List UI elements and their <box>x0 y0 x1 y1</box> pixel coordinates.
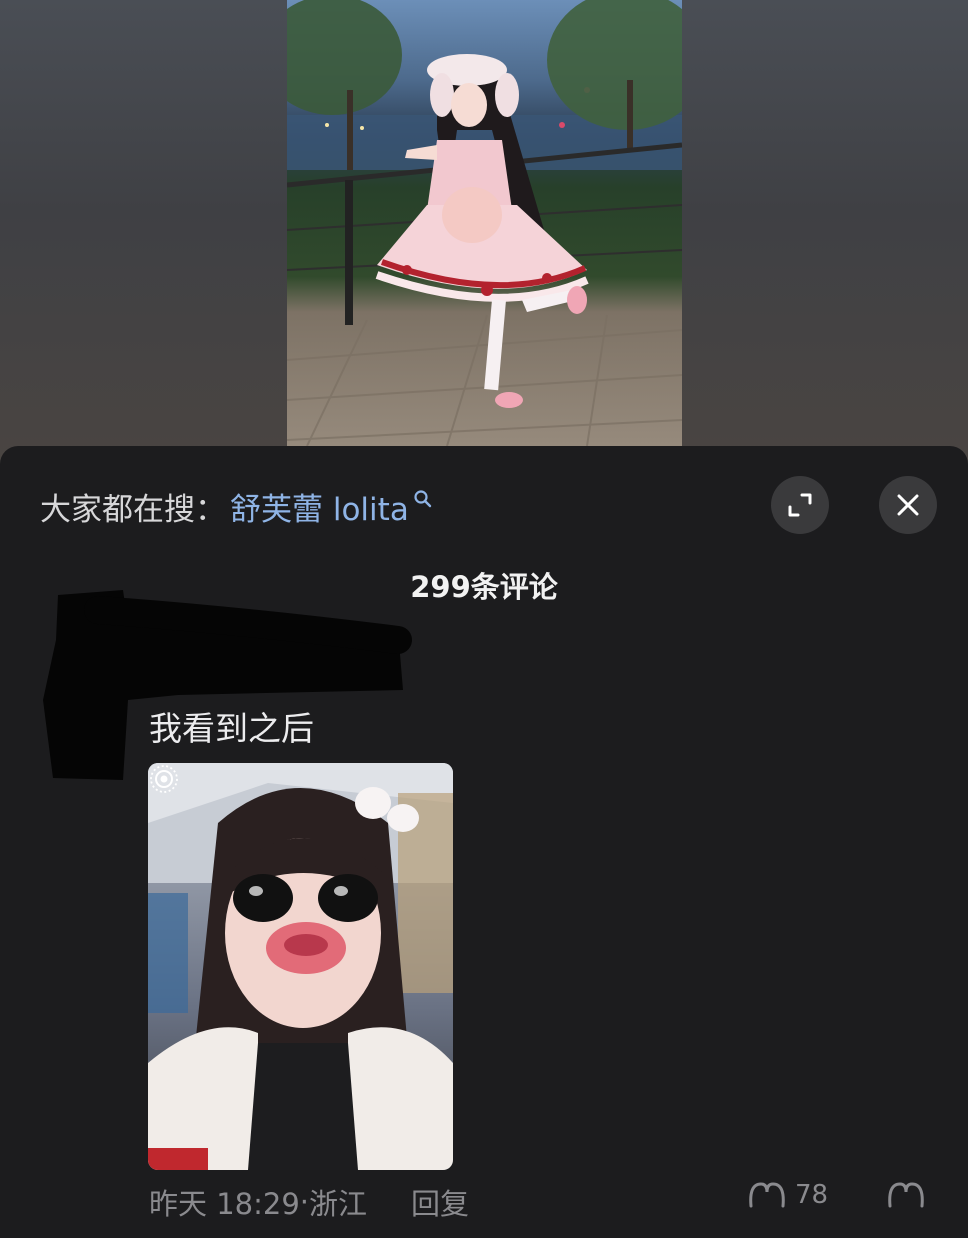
expand-icon <box>788 493 812 517</box>
post-photo[interactable] <box>287 0 682 446</box>
like-count: 78 <box>795 1180 829 1210</box>
post-photo-illustration <box>287 0 682 446</box>
like-heart-icon[interactable] <box>747 1180 787 1210</box>
redaction-mark <box>43 590 412 780</box>
comment-time: 昨天 18:29 <box>149 1187 300 1221</box>
comment-meta: 昨天 18:29 · 浙江 回复 <box>149 1180 469 1224</box>
search-icon <box>414 490 432 508</box>
close-icon <box>897 494 919 516</box>
comment-location: 浙江 <box>309 1187 368 1221</box>
dislike-icon[interactable] <box>886 1180 926 1210</box>
close-button[interactable] <box>879 476 937 534</box>
trending-search[interactable]: 大家都在搜： 舒芙蕾 lolita <box>40 482 433 530</box>
trending-search-term[interactable]: 舒芙蕾 lolita <box>230 484 409 529</box>
trending-search-prefix: 大家都在搜： <box>40 491 226 528</box>
expand-button[interactable] <box>771 476 829 534</box>
comment-image-illustration <box>148 763 453 1170</box>
reply-button[interactable]: 回复 <box>411 1181 469 1223</box>
comment-image[interactable] <box>148 763 453 1170</box>
comment-text: 我看到之后 <box>149 709 314 748</box>
live-photo-icon <box>150 765 178 793</box>
comment-meta-separator: · <box>299 1185 310 1219</box>
